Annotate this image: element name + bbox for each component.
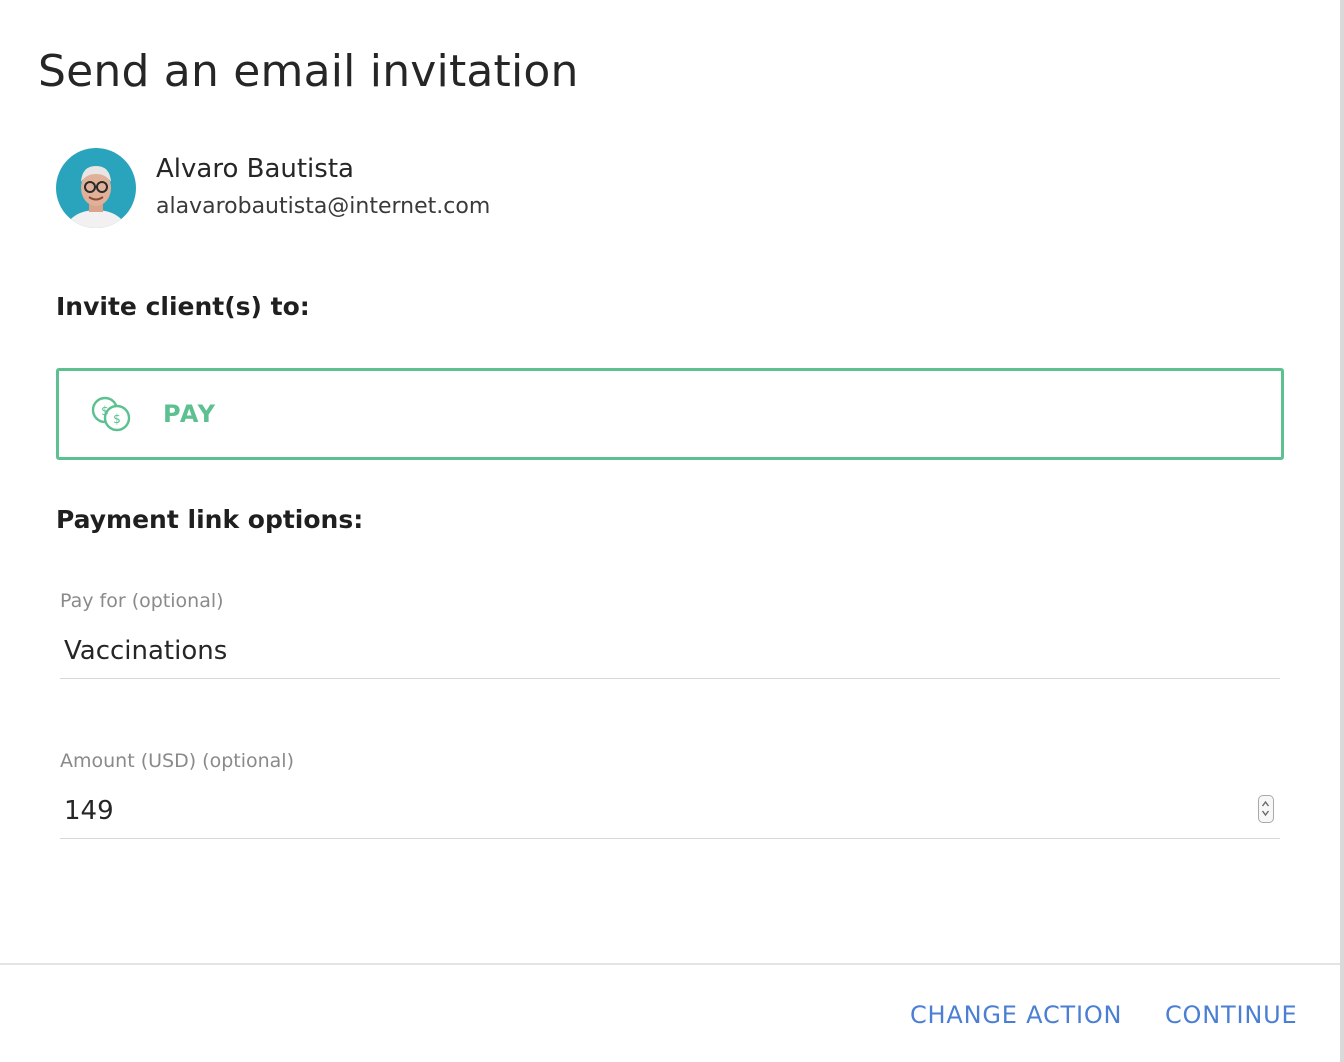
- pay-for-label: Pay for (optional): [60, 590, 224, 612]
- pay-action-label: PAY: [163, 400, 217, 428]
- footer-divider: [0, 963, 1340, 965]
- avatar: [56, 148, 136, 228]
- client-info: Alvaro Bautista alavarobautista@internet…: [156, 152, 490, 219]
- amount-input[interactable]: [60, 786, 1244, 836]
- person-photo-avatar-icon: [56, 148, 136, 228]
- pay-action-card[interactable]: $ $ PAY: [56, 368, 1284, 460]
- amount-field: Amount (USD) (optional): [60, 750, 1280, 839]
- svg-text:$: $: [113, 412, 121, 426]
- invite-section-label: Invite client(s) to:: [56, 292, 310, 321]
- change-action-button[interactable]: CHANGE ACTION: [910, 1001, 1122, 1029]
- dialog-title: Send an email invitation: [38, 46, 579, 97]
- amount-label: Amount (USD) (optional): [60, 750, 294, 772]
- dialog-scrollbar-edge: [1340, 0, 1344, 1062]
- pay-for-input[interactable]: [60, 626, 1244, 676]
- client-email: alavarobautista@internet.com: [156, 193, 491, 219]
- continue-button[interactable]: CONTINUE: [1165, 1001, 1297, 1029]
- coins-icon: $ $: [89, 394, 133, 434]
- send-invitation-dialog: Send an email invitation Alvaro Bautista…: [0, 0, 1344, 1062]
- payment-options-label: Payment link options:: [56, 505, 364, 534]
- client-name: Alvaro Bautista: [156, 153, 354, 184]
- client-summary: Alvaro Bautista alavarobautista@internet…: [56, 148, 490, 228]
- svg-text:$: $: [101, 404, 109, 418]
- amount-stepper-icon[interactable]: [1258, 795, 1274, 823]
- pay-for-field: Pay for (optional): [60, 590, 1280, 679]
